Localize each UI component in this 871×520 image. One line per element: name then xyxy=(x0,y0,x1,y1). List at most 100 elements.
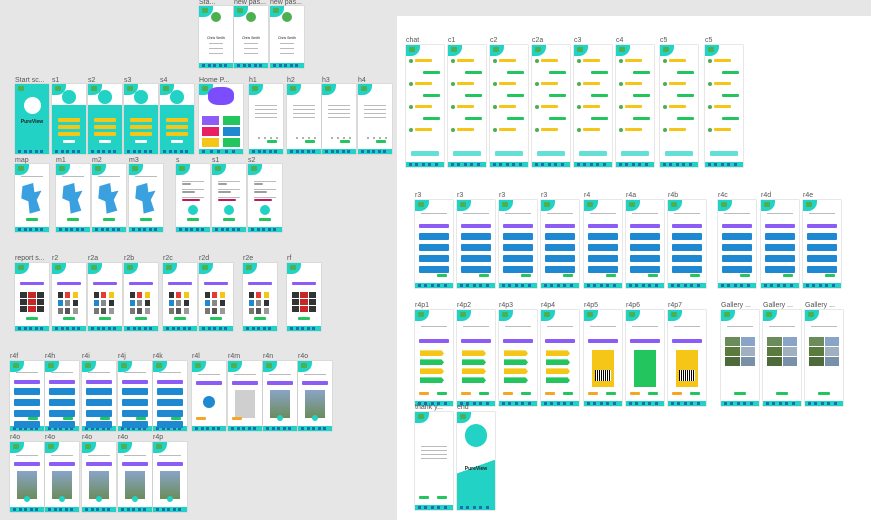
nav-icon[interactable] xyxy=(251,228,254,231)
nav-icon[interactable] xyxy=(226,228,230,231)
nav-icon[interactable] xyxy=(671,284,674,287)
nav-icon[interactable] xyxy=(29,508,33,511)
nav-icon[interactable] xyxy=(682,163,686,166)
report-icon[interactable] xyxy=(36,291,44,298)
nav-icon[interactable] xyxy=(60,327,64,330)
nav-icon[interactable] xyxy=(231,427,234,430)
frame-label[interactable]: Gallery ... xyxy=(805,302,835,310)
nav-icon[interactable] xyxy=(143,508,147,511)
screen-frame[interactable] xyxy=(249,84,283,154)
nav-icon[interactable] xyxy=(148,228,152,231)
nav-icon[interactable] xyxy=(541,163,545,166)
nav-icon[interactable] xyxy=(556,284,560,287)
nav-icon[interactable] xyxy=(242,427,246,430)
frame-label[interactable]: r4k xyxy=(153,353,163,361)
screen-frame[interactable] xyxy=(56,164,90,232)
icon-grid[interactable] xyxy=(20,291,44,312)
nav-icon[interactable] xyxy=(377,150,381,153)
screen-frame[interactable] xyxy=(88,263,122,331)
nav-icon[interactable] xyxy=(290,327,293,330)
nav-icon[interactable] xyxy=(207,327,211,330)
nav-icon[interactable] xyxy=(35,508,39,511)
photo-thumb[interactable] xyxy=(767,356,782,366)
map-area[interactable] xyxy=(98,183,119,214)
nav-icon[interactable] xyxy=(366,150,370,153)
frame-label[interactable]: r4a xyxy=(626,192,636,200)
report-icon[interactable] xyxy=(144,291,150,298)
nav-icon[interactable] xyxy=(629,284,632,287)
report-icon[interactable] xyxy=(130,299,135,306)
frame-label[interactable]: r4o xyxy=(298,353,308,361)
reward-tag[interactable] xyxy=(546,350,570,357)
nav-icon[interactable] xyxy=(443,402,447,405)
screen-frame[interactable]: Chris Smith xyxy=(199,6,233,68)
report-icon[interactable] xyxy=(263,307,269,314)
nav-icon[interactable] xyxy=(696,402,700,405)
nav-icon[interactable] xyxy=(96,327,100,330)
nav-icon[interactable] xyxy=(654,402,658,405)
nav-icon[interactable] xyxy=(476,163,480,166)
nav-icon[interactable] xyxy=(720,163,724,166)
report-icon[interactable] xyxy=(300,305,308,312)
nav-icon[interactable] xyxy=(75,228,79,231)
nav-icon[interactable] xyxy=(77,327,81,330)
menu-tile[interactable] xyxy=(202,115,219,125)
frame-label[interactable]: r4i xyxy=(82,353,90,361)
nav-icon[interactable] xyxy=(577,163,580,166)
nav-icon[interactable] xyxy=(485,402,489,405)
nav-icon[interactable] xyxy=(654,284,658,287)
reward-tag[interactable] xyxy=(420,368,444,375)
screen-frame[interactable] xyxy=(263,361,297,431)
nav-icon[interactable] xyxy=(137,228,141,231)
nav-icon[interactable] xyxy=(248,64,252,67)
nav-icon[interactable] xyxy=(418,506,421,509)
nav-icon[interactable] xyxy=(237,228,241,231)
nav-icon[interactable] xyxy=(66,150,70,153)
nav-icon[interactable] xyxy=(727,163,731,166)
nav-icon[interactable] xyxy=(277,427,281,430)
report-icon[interactable] xyxy=(144,307,150,314)
nav-icon[interactable] xyxy=(231,228,235,231)
report-icon[interactable] xyxy=(219,299,225,306)
nav-icon[interactable] xyxy=(143,150,147,153)
nav-icon[interactable] xyxy=(301,327,305,330)
nav-icon[interactable] xyxy=(127,150,130,153)
nav-icon[interactable] xyxy=(201,228,205,231)
screen-frame[interactable] xyxy=(228,361,262,431)
nav-icon[interactable] xyxy=(18,228,21,231)
nav-icon[interactable] xyxy=(690,402,694,405)
nav-icon[interactable] xyxy=(59,508,63,511)
nav-icon[interactable] xyxy=(415,163,419,166)
nav-icon[interactable] xyxy=(372,150,376,153)
nav-icon[interactable] xyxy=(301,427,304,430)
frame-label[interactable]: chat xyxy=(406,37,419,45)
nav-icon[interactable] xyxy=(90,508,94,511)
screen-frame[interactable] xyxy=(92,164,126,232)
nav-icon[interactable] xyxy=(521,402,525,405)
photo-grid[interactable] xyxy=(725,336,755,366)
nav-icon[interactable] xyxy=(259,64,263,67)
screen-frame[interactable] xyxy=(118,442,152,512)
frame-label[interactable]: thank y... xyxy=(415,404,443,412)
nav-icon[interactable] xyxy=(587,402,590,405)
frame-label[interactable]: r2a xyxy=(88,255,98,263)
screen-frame[interactable] xyxy=(10,442,44,512)
nav-icon[interactable] xyxy=(168,150,172,153)
frame-label[interactable]: r4m xyxy=(228,353,240,361)
confirm-dot[interactable] xyxy=(132,496,138,502)
reward-tag[interactable] xyxy=(420,359,444,366)
photo-thumb[interactable] xyxy=(740,346,755,356)
report-icon[interactable] xyxy=(249,291,254,298)
nav-icon[interactable] xyxy=(336,150,340,153)
nav-icon[interactable] xyxy=(612,402,616,405)
nav-icon[interactable] xyxy=(820,402,824,405)
report-icon[interactable] xyxy=(58,299,63,306)
nav-icon[interactable] xyxy=(550,284,554,287)
menu-tile[interactable] xyxy=(202,126,219,136)
report-icon[interactable] xyxy=(36,305,44,312)
reward-tag[interactable] xyxy=(462,359,486,366)
report-icon[interactable] xyxy=(20,305,28,312)
nav-icon[interactable] xyxy=(675,163,679,166)
nav-icon[interactable] xyxy=(599,284,603,287)
nav-icon[interactable] xyxy=(48,508,51,511)
